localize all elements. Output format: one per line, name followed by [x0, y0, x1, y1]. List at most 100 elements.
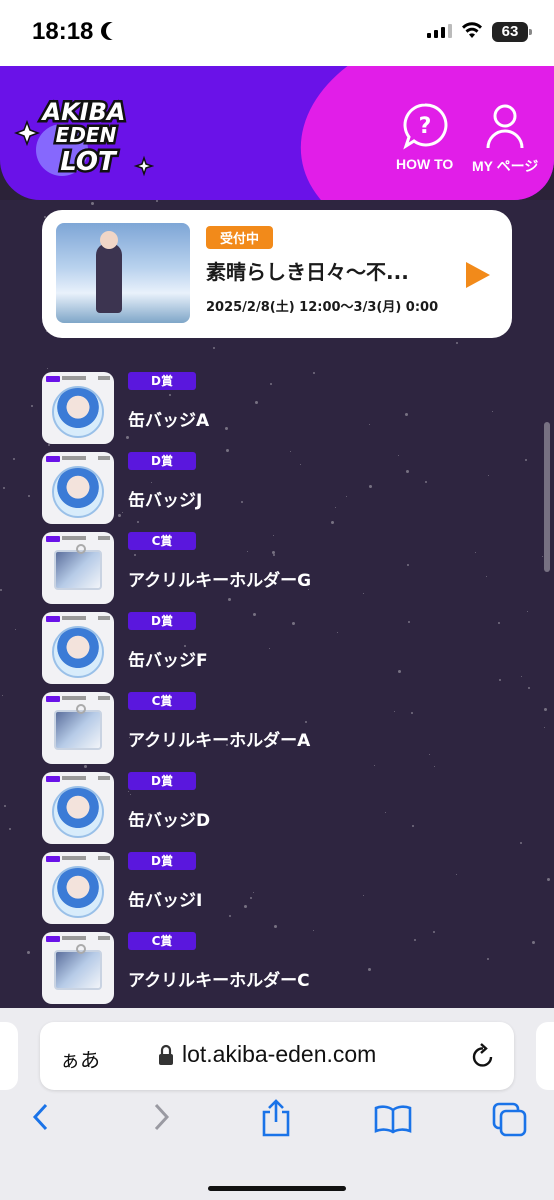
- prize-list-item[interactable]: C賞アクリルキーホルダーA: [42, 692, 512, 764]
- prize-rank-badge: D賞: [128, 852, 196, 870]
- star-dot: [3, 487, 5, 489]
- star-dot: [213, 347, 215, 349]
- star-dot: [13, 458, 15, 460]
- prize-rank-badge: C賞: [128, 932, 196, 950]
- star-dot: [0, 589, 2, 591]
- user-icon: [486, 104, 524, 149]
- bookmarks-icon[interactable]: [374, 1104, 412, 1134]
- svg-text:AKIBA: AKIBA: [41, 98, 126, 126]
- address-bar[interactable]: ぁあ lot.akiba-eden.com: [40, 1022, 514, 1090]
- wifi-icon: [462, 22, 482, 38]
- main-content: 受付中 素晴らしき日々〜不... 2025/2/8(土) 12:00〜3/3(月…: [0, 200, 554, 1008]
- star-dot: [15, 629, 16, 630]
- campaign-period: 2025/2/8(土) 12:00〜3/3(月) 0:00: [206, 300, 439, 315]
- star-dot: [156, 200, 158, 202]
- svg-text:LOT: LOT: [60, 147, 118, 177]
- star-dot: [28, 495, 30, 497]
- prize-thumbnail: [42, 372, 114, 444]
- prize-rank-badge: C賞: [128, 692, 196, 710]
- site-header: AKIBA EDEN LOT ? HOW TO MY ページ: [0, 66, 554, 200]
- star-dot: [528, 687, 530, 689]
- campaign-thumbnail: [56, 223, 190, 323]
- prize-list-item[interactable]: C賞アクリルキーホルダーC: [42, 932, 512, 1004]
- next-tab-peek[interactable]: [536, 1022, 554, 1090]
- prize-thumbnail: [42, 532, 114, 604]
- prize-list-item[interactable]: C賞アクリルキーホルダーG: [42, 532, 512, 604]
- prize-name: アクリルキーホルダーG: [128, 571, 312, 591]
- my-page-label: MY ページ: [472, 158, 539, 174]
- star-dot: [456, 342, 458, 344]
- star-dot: [31, 405, 33, 407]
- previous-tab-peek[interactable]: [0, 1022, 18, 1090]
- how-to-label: HOW TO: [396, 156, 454, 172]
- back-icon[interactable]: [30, 1102, 52, 1132]
- prize-thumbnail: [42, 932, 114, 1004]
- star-dot: [2, 695, 3, 696]
- cellular-signal-icon: [427, 24, 452, 38]
- svg-text:?: ?: [418, 114, 431, 139]
- star-dot: [532, 941, 535, 944]
- prize-rank-badge: D賞: [128, 772, 196, 790]
- prize-name: 缶バッジF: [128, 651, 208, 671]
- prize-rank-badge: D賞: [128, 612, 196, 630]
- prize-thumbnail: [42, 452, 114, 524]
- battery-indicator: 63: [492, 22, 532, 42]
- play-arrow-icon[interactable]: [466, 262, 490, 288]
- star-dot: [525, 459, 527, 461]
- svg-text:EDEN: EDEN: [56, 123, 117, 147]
- browser-toolbar: ぁあ lot.akiba-eden.com: [0, 1008, 554, 1200]
- prize-name: 缶バッジA: [128, 411, 210, 431]
- star-dot: [91, 202, 94, 205]
- prize-list-item[interactable]: D賞缶バッジI: [42, 852, 512, 924]
- star-dot: [434, 766, 435, 767]
- star-dot: [47, 368, 48, 369]
- how-to-button[interactable]: ? HOW TO: [396, 102, 453, 172]
- scrollbar[interactable]: [544, 422, 550, 572]
- prize-list-item[interactable]: D賞缶バッジF: [42, 612, 512, 684]
- prize-name: 缶バッジJ: [128, 491, 203, 511]
- star-dot: [527, 611, 528, 612]
- prize-rank-badge: D賞: [128, 452, 196, 470]
- prize-name: アクリルキーホルダーC: [128, 971, 310, 991]
- home-indicator: [208, 1186, 346, 1191]
- question-bubble-icon: ?: [402, 103, 448, 150]
- prize-list-item[interactable]: D賞缶バッジA: [42, 372, 512, 444]
- star-dot: [27, 951, 30, 954]
- prize-name: アクリルキーホルダーA: [128, 731, 311, 751]
- prize-list-item[interactable]: D賞缶バッジD: [42, 772, 512, 844]
- campaign-title: 素晴らしき日々〜不...: [206, 260, 409, 284]
- tabs-icon[interactable]: [492, 1102, 528, 1138]
- status-bar: 18:18 63: [0, 0, 554, 66]
- star-dot: [542, 556, 543, 557]
- prize-name: 缶バッジI: [128, 891, 203, 911]
- star-dot: [4, 805, 6, 807]
- star-dot: [84, 765, 87, 768]
- campaign-card[interactable]: 受付中 素晴らしき日々〜不... 2025/2/8(土) 12:00〜3/3(月…: [42, 210, 512, 338]
- my-page-button[interactable]: MY ページ: [472, 102, 538, 176]
- share-icon[interactable]: [260, 1098, 292, 1138]
- star-dot: [374, 765, 375, 766]
- star-dot: [313, 930, 314, 931]
- akiba-eden-lot-logo[interactable]: AKIBA EDEN LOT: [14, 90, 154, 182]
- forward-icon[interactable]: [150, 1102, 172, 1132]
- star-dot: [544, 727, 545, 728]
- prize-list-item[interactable]: D賞缶バッジJ: [42, 452, 512, 524]
- star-dot: [521, 676, 522, 677]
- star-dot: [48, 444, 50, 446]
- star-dot: [9, 828, 11, 830]
- star-dot: [547, 878, 550, 881]
- status-time: 18:18: [32, 18, 94, 45]
- star-dot: [520, 842, 522, 844]
- prize-name: 缶バッジD: [128, 811, 211, 831]
- prize-thumbnail: [42, 852, 114, 924]
- prize-rank-badge: C賞: [128, 532, 196, 550]
- prize-thumbnail: [42, 772, 114, 844]
- prize-thumbnail: [42, 692, 114, 764]
- prize-thumbnail: [42, 612, 114, 684]
- status-badge: 受付中: [206, 226, 274, 249]
- lock-icon: [159, 1044, 173, 1065]
- star-dot: [544, 708, 547, 711]
- reload-icon[interactable]: [470, 1042, 496, 1070]
- page-settings-button[interactable]: ぁあ: [60, 1044, 100, 1073]
- prize-rank-badge: D賞: [128, 372, 196, 390]
